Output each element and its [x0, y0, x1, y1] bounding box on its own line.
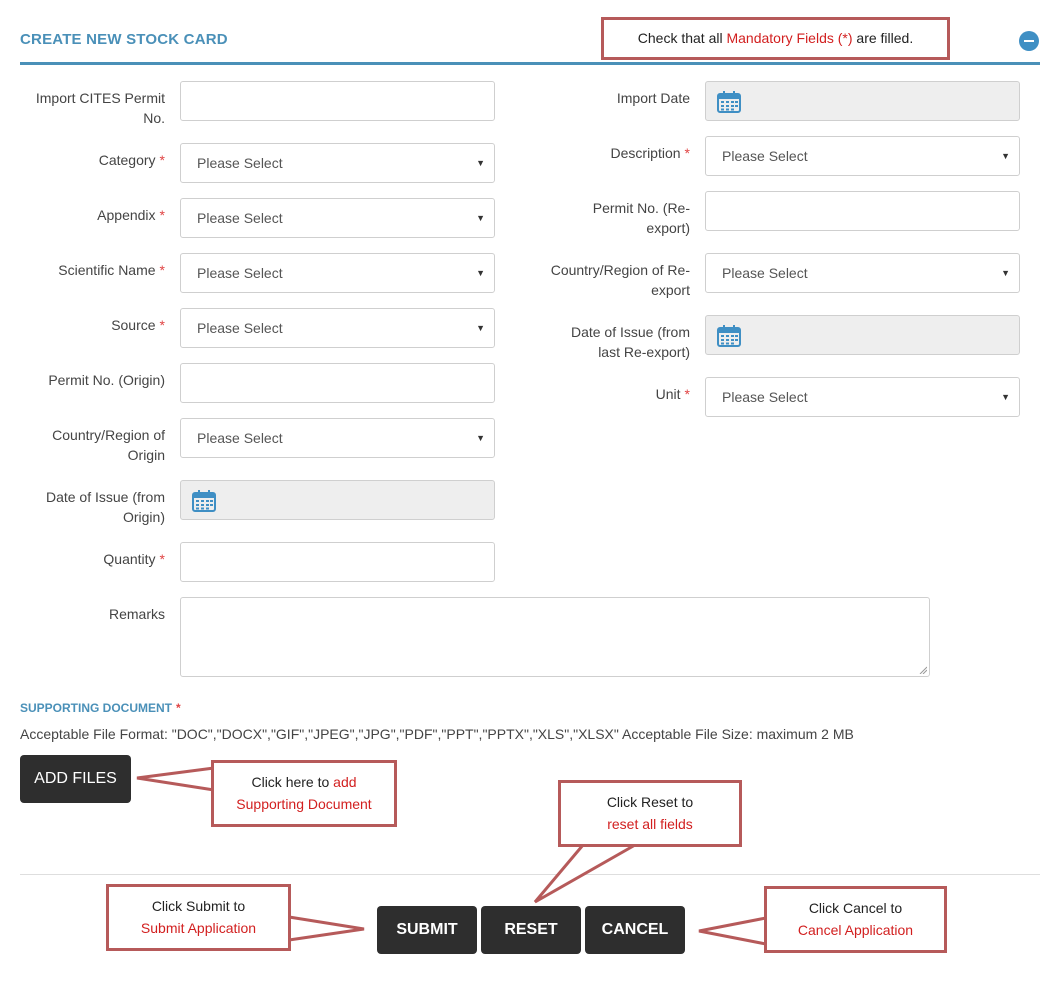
cancel-callout-pointer	[698, 916, 768, 946]
callout-text: are filled.	[852, 30, 914, 46]
callout-text: Check that all	[637, 30, 727, 46]
mandatory-fields-callout: Check that all Mandatory Fields (*) are …	[601, 17, 950, 60]
callout-text: Click Reset to	[606, 794, 694, 810]
callout-highlight: Supporting Document	[236, 796, 372, 812]
reset-callout: Click Reset to reset all fields	[558, 780, 742, 847]
cancel-callout: Click Cancel to Cancel Application	[764, 886, 947, 953]
reset-callout-pointer	[533, 843, 641, 904]
callout-text: Click Cancel to	[808, 900, 903, 916]
callout-highlight: Submit Application	[140, 920, 257, 936]
callout-highlight: Cancel Application	[797, 922, 914, 938]
callout-highlight: add	[333, 774, 357, 790]
add-callout-pointer	[136, 766, 216, 792]
add-files-callout: Click here to add Supporting Document	[211, 760, 397, 827]
callout-highlight: Mandatory Fields (*)	[726, 30, 853, 46]
callout-pointers	[136, 766, 768, 946]
submit-callout: Click Submit to Submit Application	[106, 884, 291, 951]
callout-highlight: reset all fields	[607, 816, 693, 832]
callout-text: Click here to	[251, 774, 334, 790]
submit-callout-pointer	[287, 915, 365, 942]
callout-text: Click Submit to	[151, 898, 246, 914]
